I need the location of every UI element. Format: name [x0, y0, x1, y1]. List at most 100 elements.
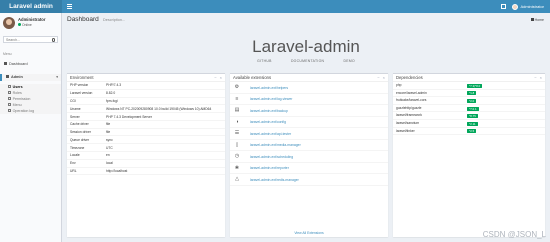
environment-table: PHP version PHP/7.4.3 Laravel version 8.82.… — [67, 82, 225, 176]
list-item: ◷ laravel-admin-ext/scheduling — [230, 151, 388, 163]
env-key: Session driver — [70, 130, 91, 135]
page-description: Description... — [103, 18, 126, 22]
view-all-extensions-link[interactable]: View All Extensions — [230, 231, 388, 235]
table-row: Uname Windows NT PC-202009280908 10.0 bui… — [67, 105, 225, 114]
env-value: UTC — [106, 145, 113, 150]
user-menu[interactable]: Administrator — [512, 3, 544, 10]
extension-link[interactable]: laravel-admin-ext/helpers — [250, 86, 288, 90]
file-icon: ▯ — [235, 141, 239, 148]
page-title: Dashboard — [67, 16, 99, 23]
env-key: URL — [70, 168, 77, 173]
collapse-icon[interactable]: − — [377, 75, 379, 80]
extension-link[interactable]: laravel-admin-ext/api-tester — [250, 132, 291, 136]
close-icon[interactable]: × — [540, 75, 542, 80]
list-item: ▤ laravel-admin-ext/backup — [230, 105, 388, 117]
box-tools: − × — [374, 74, 385, 82]
table-row: Laravel version 8.82.0 — [67, 90, 225, 98]
list-item: ◑ laravel-admin-ext/config — [230, 117, 388, 128]
dependency-name: guzzlehttp/guzzle — [396, 105, 422, 110]
table-row: Timezone UTC — [67, 144, 225, 153]
extension-link[interactable]: laravel-admin-ext/backup — [250, 109, 288, 113]
sidebar: Administrator Online Menu Dashboard Admi… — [0, 13, 62, 242]
table-row: laravel/framework ^8.75 — [393, 112, 545, 120]
table-row: guzzlehttp/guzzle ^7.0.1 — [393, 105, 545, 113]
table-row: Cache driver file — [67, 121, 225, 129]
env-value: http://localhost — [106, 168, 128, 173]
user-status: Online — [18, 23, 32, 27]
documentation-link[interactable]: DOCUMENTATION — [291, 59, 324, 63]
bar-chart-icon — [4, 62, 7, 66]
sidebar-item-operation-log[interactable]: Operation log — [0, 108, 61, 114]
list-item: ❀ laravel-admin-ext/reporter — [230, 163, 388, 174]
table-row: Session driver file — [67, 129, 225, 137]
env-value: PHP/7.4.3 — [106, 83, 122, 88]
search-input[interactable] — [4, 37, 50, 43]
box-header: Dependencies − × — [393, 74, 545, 82]
env-key: PHP version — [70, 83, 89, 88]
extension-link[interactable]: laravel-admin-ext/reporter — [250, 166, 289, 170]
table-row: fruitcake/laravel-cors ^2.0 — [393, 97, 545, 105]
environment-box: Environment − × PHP version PHP/7.4.3 Larav… — [67, 73, 225, 237]
app-logo[interactable]: Laravel admin — [0, 0, 62, 13]
github-link[interactable]: GITHUB — [257, 59, 272, 63]
dependencies-box: Dependencies − × php ^7.3|^8.0 encore/larav… — [393, 73, 545, 237]
sidebar-item-dashboard[interactable]: Dashboard — [0, 61, 61, 67]
sidebar-toggle-icon[interactable] — [67, 4, 72, 9]
sidebar-user-name: Administrator — [18, 17, 46, 22]
clock-icon: ◷ — [234, 153, 240, 159]
version-badge: ^2.0 — [467, 98, 477, 103]
list-item: △ laravel-admin-ext/redis-manager — [230, 174, 388, 186]
env-key: CGI — [70, 98, 76, 103]
bars-icon — [8, 103, 11, 106]
table-row: Env local — [67, 160, 225, 168]
table-row: laravel/tinker ^2.5 — [393, 128, 545, 136]
env-value: local — [106, 161, 113, 166]
fullscreen-icon[interactable] — [501, 4, 507, 9]
demo-link[interactable]: DEMO — [344, 59, 355, 63]
env-key: Env — [70, 161, 76, 166]
box-title: Available extensions — [233, 75, 272, 80]
collapse-icon[interactable]: − — [214, 75, 216, 80]
version-badge: ^2.5 — [467, 129, 477, 134]
watermark: CSDN @JSON_L — [482, 230, 546, 239]
extensions-box: Available extensions − × ⚙ laravel-admin-e… — [230, 73, 388, 237]
collapse-icon[interactable]: − — [534, 75, 536, 80]
sidebar-item-admin[interactable]: Admin ▾ — [0, 74, 61, 81]
table-row: laravel/sanctum ^2.11 — [393, 120, 545, 128]
tasks-icon — [6, 75, 9, 79]
close-icon[interactable]: × — [383, 75, 385, 80]
env-value: Windows NT PC-202009280908 10.0 build 19… — [106, 106, 212, 111]
extension-link[interactable]: laravel-admin-ext/log-viewer — [250, 97, 292, 101]
dependency-name: php — [396, 83, 402, 87]
dependency-name: laravel/tinker — [396, 128, 415, 133]
breadcrumb[interactable]: Home — [530, 18, 544, 22]
extension-link[interactable]: laravel-admin-ext/scheduling — [250, 155, 293, 159]
dependency-name: laravel/sanctum — [396, 120, 420, 125]
cogs-icon: ⚙ — [234, 84, 240, 90]
version-badge: ^7.3|^8.0 — [467, 83, 483, 88]
close-icon[interactable]: × — [220, 75, 222, 80]
env-value: sync — [106, 137, 113, 142]
extension-link[interactable]: laravel-admin-ext/config — [250, 120, 286, 124]
online-dot-icon — [18, 23, 21, 26]
history-icon — [8, 109, 11, 112]
hero-title: Laravel-admin — [252, 37, 360, 56]
table-row: URL http://localhost — [67, 168, 225, 176]
extension-link[interactable]: laravel-admin-ext/redis-manager — [250, 178, 299, 182]
env-value: fpm-fcgi — [106, 98, 118, 103]
search-icon[interactable] — [51, 38, 55, 42]
sliders-icon: ☰ — [234, 130, 240, 136]
user-menu-name: Administrator — [520, 4, 544, 9]
ban-icon — [8, 97, 11, 100]
env-value: file — [106, 130, 111, 135]
version-badge: ^8.75 — [467, 114, 478, 119]
env-value: PHP 7.4.3 Development Server — [106, 114, 152, 119]
extension-link[interactable]: laravel-admin-ext/media-manager — [250, 143, 301, 147]
table-row: php ^7.3|^8.0 — [393, 82, 545, 90]
table-row: CGI fpm-fcgi — [67, 98, 225, 106]
env-value: file — [106, 122, 111, 127]
dependency-name: laravel/framework — [396, 113, 423, 118]
list-item: ⚙ laravel-admin-ext/helpers — [230, 82, 388, 94]
main-content: Dashboard Description... Home Laravel-ad… — [62, 13, 550, 242]
table-row: PHP version PHP/7.4.3 — [67, 82, 225, 90]
